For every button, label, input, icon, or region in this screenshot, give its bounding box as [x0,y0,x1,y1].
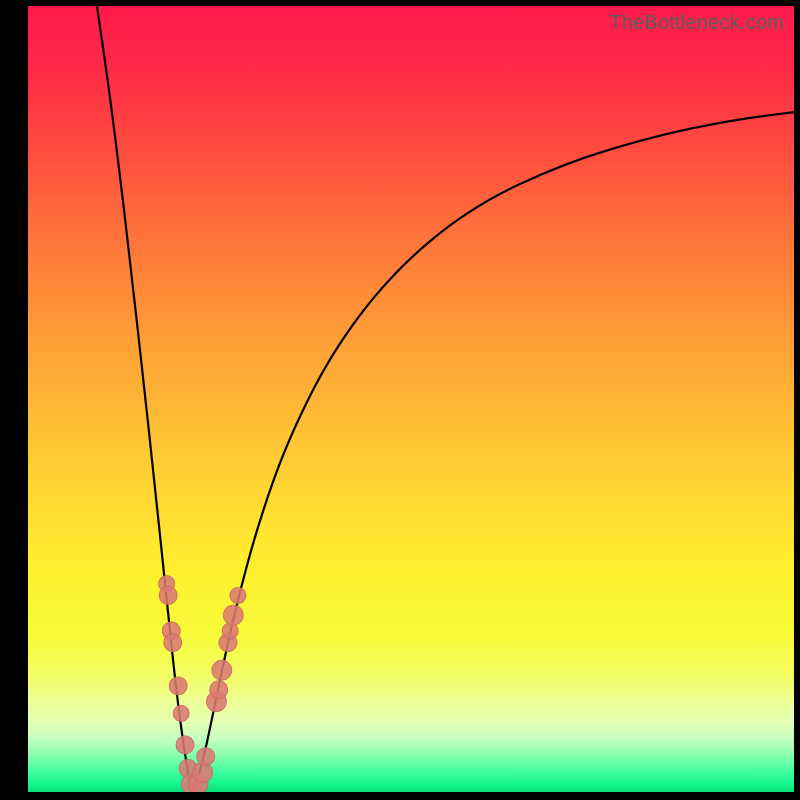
bead-cluster [159,576,246,792]
plot-area: TheBottleneck.com [28,6,794,792]
bead-marker [164,634,182,652]
bead-marker [176,736,194,754]
bead-marker [169,677,187,695]
curve-right-branch [193,112,794,792]
bead-marker [212,660,232,680]
bead-marker [223,605,243,625]
bead-marker [222,623,238,639]
bead-marker [159,587,177,605]
curve-left-branch [97,6,194,792]
bead-marker [197,748,215,766]
chart-svg [28,6,794,792]
bead-marker [173,705,189,721]
bead-marker [230,588,246,604]
bead-marker [210,681,228,699]
